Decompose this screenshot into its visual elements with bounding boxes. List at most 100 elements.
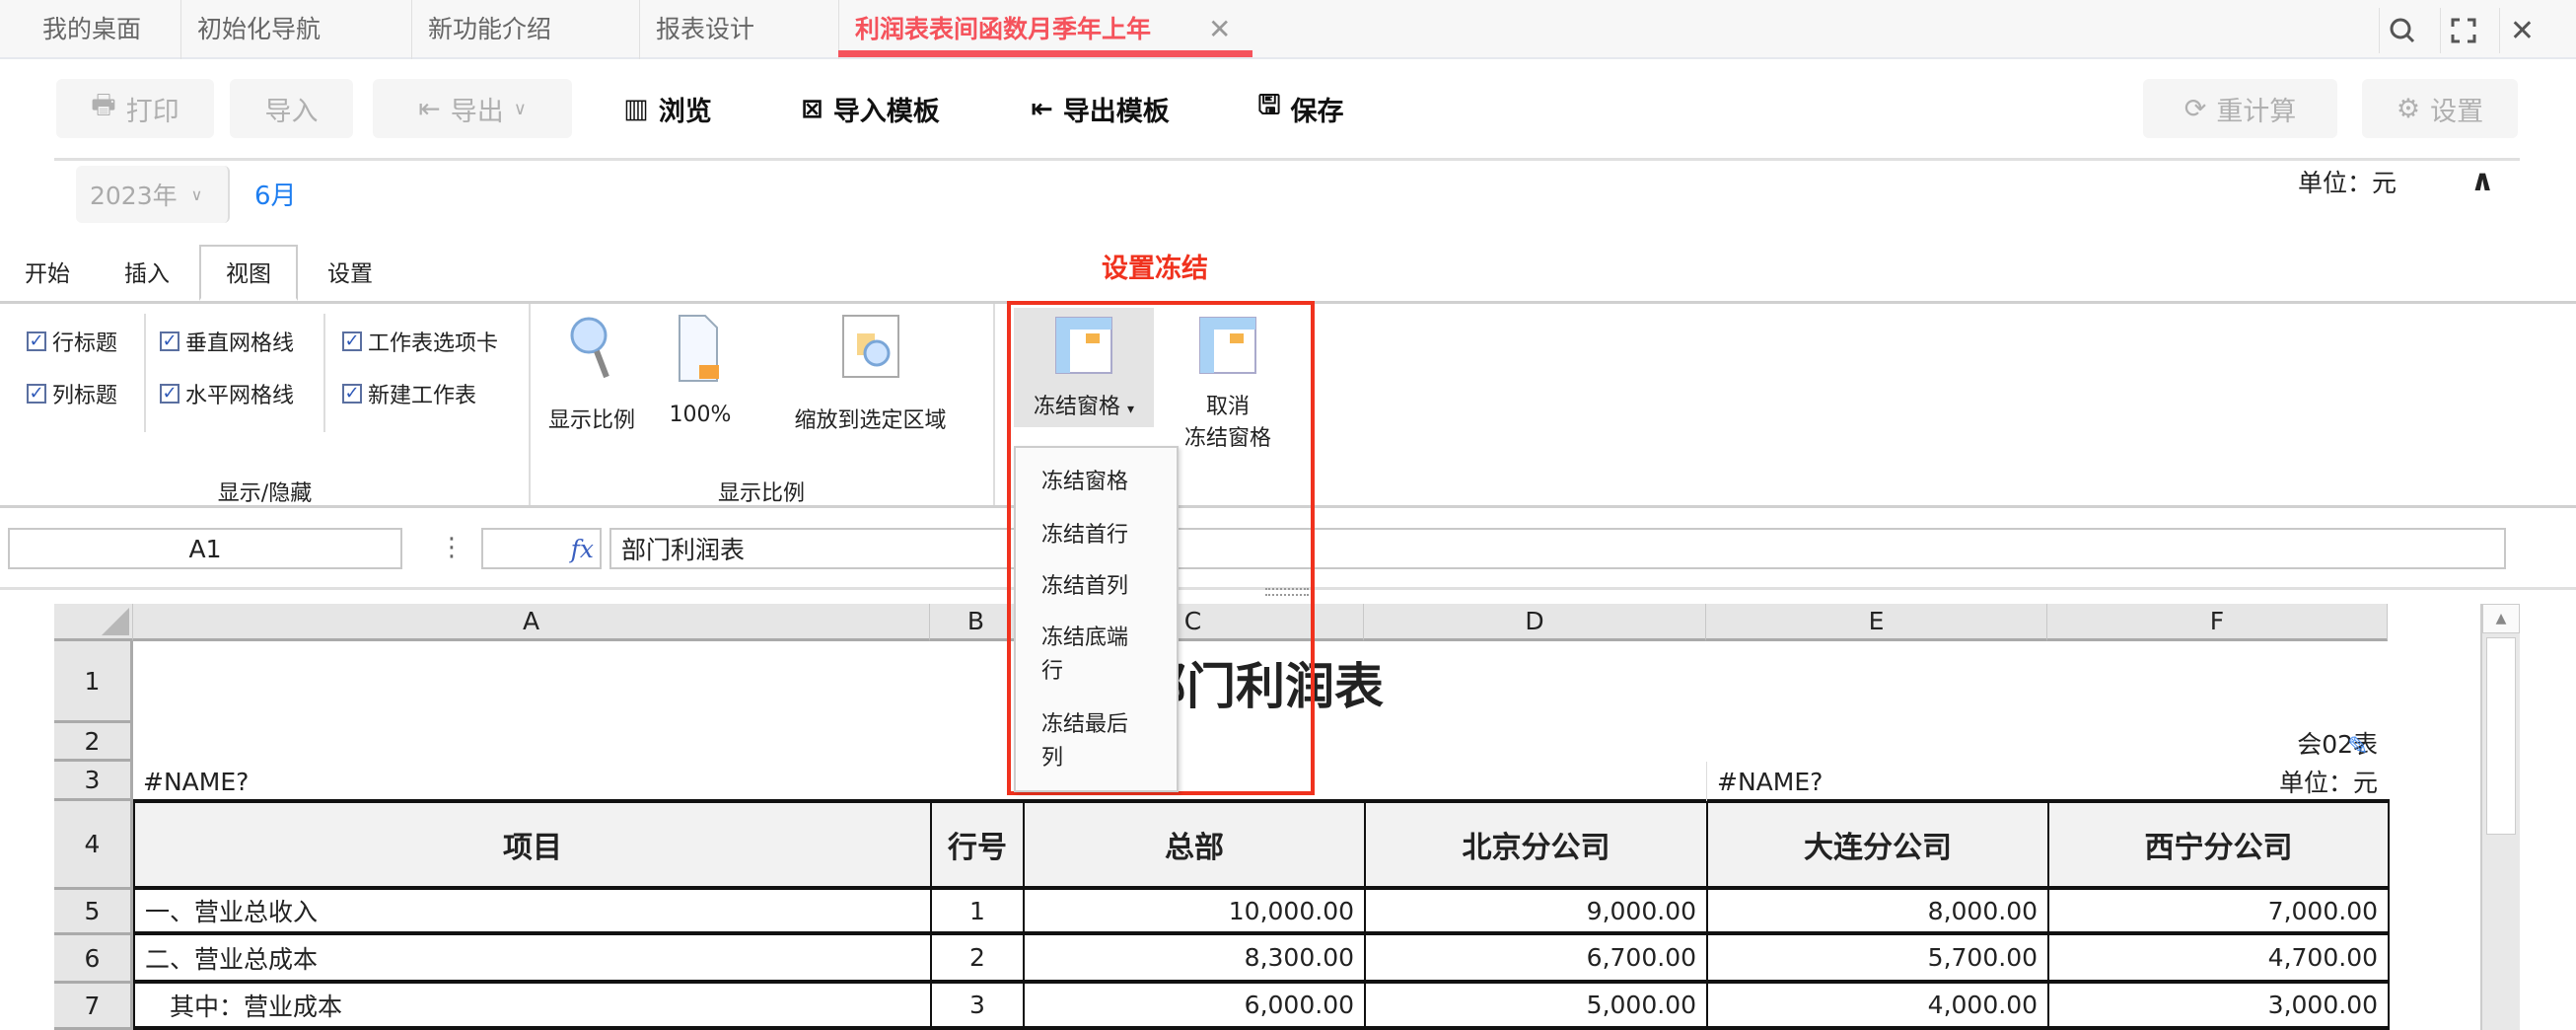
- zoom-to-selection-button[interactable]: 缩放到选定区域: [779, 314, 962, 434]
- recalculate-button[interactable]: ⟳ 重计算: [2143, 79, 2337, 138]
- close-icon[interactable]: ✕: [2499, 8, 2544, 53]
- ribbon-tab-settings[interactable]: 设置: [316, 247, 385, 303]
- tab-new-features[interactable]: 新功能介绍: [411, 0, 551, 59]
- row-header-3[interactable]: 3: [54, 762, 133, 801]
- edit-pencil-icon[interactable]: ✎: [2347, 732, 2369, 762]
- row-header-5[interactable]: 5: [54, 890, 133, 935]
- tab-bar: 我的桌面 初始化导航 新功能介绍 报表设计 利润表表间函数月季年上年 ✕ ✕: [0, 0, 2576, 59]
- menu-item-freeze-last-col[interactable]: 冻结最后列: [1041, 708, 1130, 775]
- table-cell[interactable]: 4,700.00: [2047, 935, 2390, 984]
- chevron-down-icon: ∨: [513, 98, 527, 119]
- export-button[interactable]: ⇤ 导出 ∨: [373, 79, 572, 138]
- cell-reference-box[interactable]: A1: [8, 528, 402, 569]
- table-cell[interactable]: 8,300.00: [1023, 935, 1364, 984]
- zoom-100-label: 100%: [669, 403, 732, 427]
- cell-e3[interactable]: #NAME?: [1706, 762, 2047, 801]
- vertical-scrollbar[interactable]: ▲: [2480, 604, 2520, 1030]
- save-icon: 🖫: [1257, 90, 1281, 120]
- column-header-A[interactable]: A: [133, 604, 930, 641]
- scrollbar-thumb[interactable]: [2486, 637, 2516, 835]
- year-select[interactable]: 2023年 ∨: [76, 166, 230, 223]
- checkbox-checked-icon: ✓: [27, 384, 46, 404]
- ribbon-tab-insert[interactable]: 插入: [112, 247, 181, 303]
- import-button[interactable]: 导入: [230, 79, 353, 138]
- table-header-cell[interactable]: 行号: [930, 799, 1023, 890]
- table-cell[interactable]: 10,000.00: [1023, 890, 1364, 935]
- fullscreen-icon[interactable]: [2440, 8, 2485, 53]
- table-cell[interactable]: 3,000.00: [2047, 984, 2390, 1030]
- checkbox-label: 工作表选项卡: [368, 331, 499, 356]
- tab-init-nav[interactable]: 初始化导航: [180, 0, 321, 59]
- table-cell[interactable]: 二、营业总成本: [133, 935, 930, 984]
- printer-icon: 🖶: [91, 90, 116, 120]
- table-cell[interactable]: 5,700.00: [1706, 935, 2047, 984]
- chevron-up-icon[interactable]: ∧: [2470, 164, 2494, 198]
- ribbon-tab-view[interactable]: 视图: [199, 245, 298, 301]
- gear-icon: ⚙: [2396, 93, 2421, 124]
- table-header-cell[interactable]: 大连分公司: [1706, 799, 2047, 890]
- browse-button[interactable]: ▥ 浏览: [613, 79, 722, 138]
- month-value[interactable]: 6月: [254, 176, 297, 212]
- select-all-corner[interactable]: [54, 604, 133, 641]
- table-cell[interactable]: 6,000.00: [1023, 984, 1364, 1030]
- checkbox-sheet-tabs[interactable]: ✓ 工作表选项卡: [342, 326, 498, 357]
- table-cell[interactable]: 2: [930, 935, 1023, 984]
- zoom-ratio-button[interactable]: 显示比例: [542, 314, 641, 434]
- export-template-label: 导出模板: [1062, 96, 1170, 127]
- table-cell[interactable]: 3: [930, 984, 1023, 1030]
- table-header-cell[interactable]: 北京分公司: [1364, 799, 1706, 890]
- settings-button[interactable]: ⚙ 设置: [2362, 79, 2518, 138]
- tab-desktop[interactable]: 我的桌面: [42, 0, 141, 59]
- table-cell[interactable]: 一、营业总收入: [133, 890, 930, 935]
- table-cell[interactable]: 6,700.00: [1364, 935, 1706, 984]
- table-cell[interactable]: 其中：营业成本: [133, 984, 930, 1030]
- cell-a3[interactable]: #NAME?: [133, 762, 528, 801]
- checkbox-new-sheet[interactable]: ✓ 新建工作表: [342, 378, 476, 409]
- zoom-100-button[interactable]: 100%: [656, 314, 745, 427]
- checkbox-row-header[interactable]: ✓ 行标题: [27, 326, 117, 357]
- search-icon[interactable]: [2379, 8, 2424, 53]
- column-header-D[interactable]: D: [1364, 604, 1706, 641]
- table-cell[interactable]: 9,000.00: [1364, 890, 1706, 935]
- fx-icon[interactable]: fx: [481, 528, 602, 569]
- table-cell[interactable]: 4,000.00: [1706, 984, 2047, 1030]
- form-number[interactable]: 会02表: [2047, 723, 2388, 762]
- table-cell[interactable]: 8,000.00: [1706, 890, 2047, 935]
- table-cell[interactable]: 7,000.00: [2047, 890, 2390, 935]
- browse-label: 浏览: [658, 96, 712, 127]
- magnifier-icon: [570, 317, 609, 379]
- scroll-up-icon[interactable]: ▲: [2482, 604, 2520, 633]
- checkbox-horizontal-grid[interactable]: ✓ 水平网格线: [160, 378, 294, 409]
- table-header-cell[interactable]: 西宁分公司: [2047, 799, 2390, 890]
- import-template-button[interactable]: ⊠ 导入模板: [789, 79, 952, 138]
- row-header-1[interactable]: 1: [54, 641, 133, 723]
- cell-f3-unit[interactable]: 单位：元: [2047, 762, 2388, 801]
- column-header-E[interactable]: E: [1706, 604, 2047, 641]
- column-header-F[interactable]: F: [2047, 604, 2388, 641]
- row-header-7[interactable]: 7: [54, 984, 133, 1030]
- divider: [54, 158, 2520, 161]
- menu-item-freeze-panes[interactable]: 冻结窗格: [1041, 466, 1160, 499]
- menu-item-freeze-bottom-row[interactable]: 冻结底端行: [1041, 622, 1130, 689]
- table-cell[interactable]: 5,000.00: [1364, 984, 1706, 1030]
- ribbon-tab-start[interactable]: 开始: [13, 247, 82, 303]
- menu-item-freeze-first-col[interactable]: 冻结首列: [1041, 570, 1160, 604]
- formula-input[interactable]: 部门利润表: [609, 528, 2506, 569]
- row-header-6[interactable]: 6: [54, 935, 133, 984]
- row-header-4[interactable]: 4: [54, 801, 133, 890]
- more-vertical-icon[interactable]: ⋮: [439, 533, 465, 562]
- export-template-button[interactable]: ⇤ 导出模板: [1019, 79, 1181, 138]
- menu-item-freeze-first-row[interactable]: 冻结首行: [1041, 519, 1160, 552]
- tab-report-design[interactable]: 报表设计: [639, 0, 754, 59]
- print-button[interactable]: 🖶 打印: [56, 79, 214, 138]
- table-header-cell[interactable]: 项目: [133, 799, 930, 890]
- row-header-2[interactable]: 2: [54, 723, 133, 762]
- checkbox-col-header[interactable]: ✓ 列标题: [27, 378, 117, 409]
- table-cell[interactable]: 1: [930, 890, 1023, 935]
- table-header-cell[interactable]: 总部: [1023, 799, 1364, 890]
- refresh-icon: ⟳: [2183, 93, 2207, 124]
- page-100-icon: [679, 315, 719, 382]
- save-button[interactable]: 🖫 保存: [1247, 79, 1355, 138]
- checkbox-vertical-grid[interactable]: ✓ 垂直网格线: [160, 326, 294, 357]
- zoom-ratio-label: 显示比例: [547, 408, 635, 433]
